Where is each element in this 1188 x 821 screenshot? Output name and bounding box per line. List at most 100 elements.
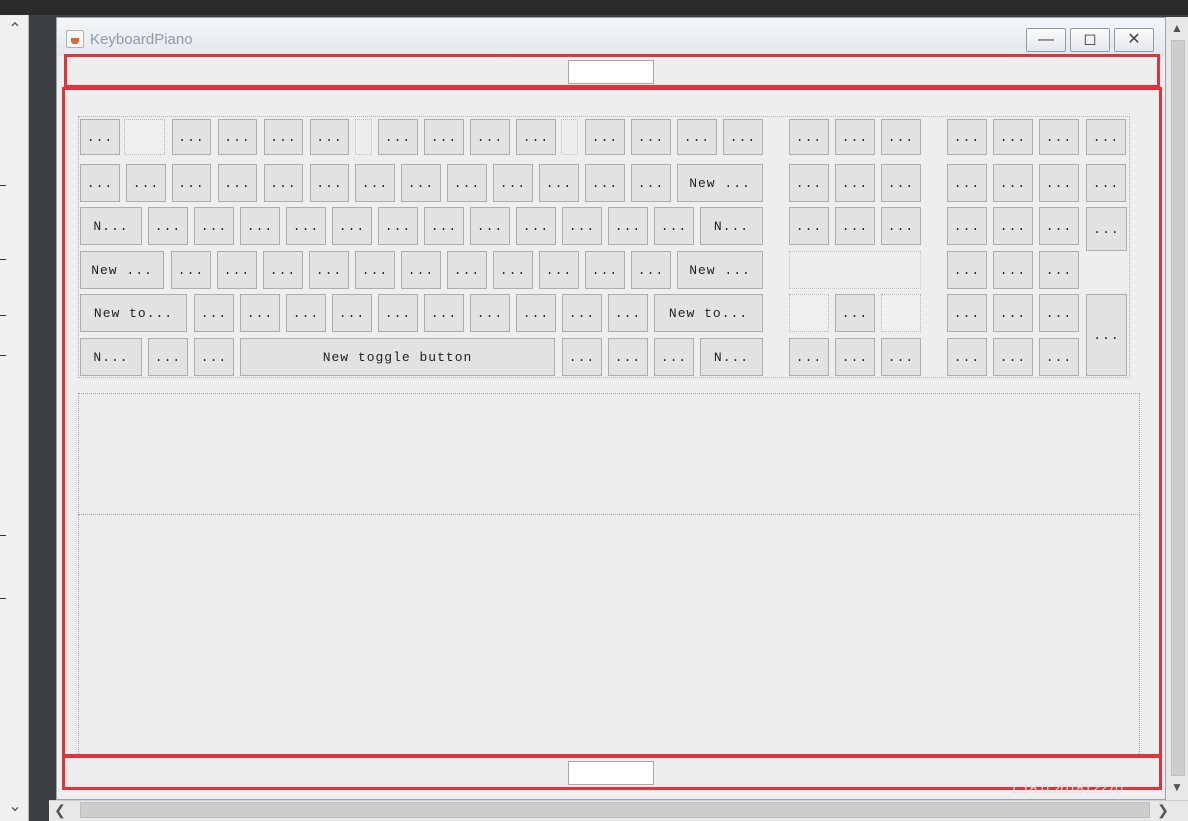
- key-toggle-button[interactable]: ...: [562, 207, 602, 245]
- key-toggle-button[interactable]: ...: [447, 164, 487, 202]
- key-toggle-button[interactable]: ...: [993, 119, 1033, 155]
- key-toggle-button[interactable]: ...: [401, 251, 441, 289]
- key-toggle-button[interactable]: ...: [947, 251, 987, 289]
- window-titlebar[interactable]: [57, 18, 1165, 56]
- key-toggle-button[interactable]: ...: [470, 207, 510, 245]
- bottom-text-field[interactable]: [568, 761, 654, 785]
- key-toggle-button[interactable]: ...: [516, 207, 556, 245]
- key-toggle-button[interactable]: ...: [447, 251, 487, 289]
- key-toggle-button[interactable]: ...: [789, 119, 829, 155]
- key-toggle-button[interactable]: New to...: [80, 294, 187, 332]
- key-toggle-button[interactable]: ...: [424, 294, 464, 332]
- key-toggle-button[interactable]: ...: [355, 164, 395, 202]
- key-toggle-button[interactable]: ...: [654, 338, 694, 376]
- key-toggle-button[interactable]: ...: [993, 251, 1033, 289]
- key-toggle-button[interactable]: ...: [993, 207, 1033, 245]
- key-toggle-button[interactable]: ...: [723, 119, 763, 155]
- chevron-down-icon[interactable]: ⌄: [4, 795, 26, 819]
- key-toggle-button[interactable]: ...: [240, 207, 280, 245]
- key-toggle-button[interactable]: ...: [401, 164, 441, 202]
- scroll-left-icon[interactable]: ❮: [49, 800, 71, 821]
- key-toggle-button[interactable]: ...: [1039, 251, 1079, 289]
- key-toggle-button[interactable]: ...: [424, 207, 464, 245]
- key-toggle-button[interactable]: ...: [80, 119, 120, 155]
- key-toggle-button[interactable]: ...: [218, 119, 257, 155]
- top-text-field[interactable]: [568, 60, 654, 84]
- key-toggle-button[interactable]: ...: [1039, 164, 1079, 202]
- key-toggle-button[interactable]: ...: [993, 338, 1033, 376]
- key-toggle-button[interactable]: ...: [263, 251, 303, 289]
- key-toggle-button[interactable]: ...: [585, 251, 625, 289]
- key-toggle-button[interactable]: ...: [194, 207, 234, 245]
- key-toggle-button[interactable]: ...: [585, 119, 625, 155]
- key-toggle-button[interactable]: ...: [217, 251, 257, 289]
- key-toggle-button[interactable]: ...: [1086, 164, 1126, 202]
- key-toggle-button[interactable]: ...: [947, 338, 987, 376]
- key-toggle-button[interactable]: ...: [126, 164, 166, 202]
- key-toggle-button[interactable]: ...: [608, 294, 648, 332]
- key-toggle-button[interactable]: New toggle button: [240, 338, 555, 376]
- key-toggle-button[interactable]: ...: [470, 119, 510, 155]
- key-toggle-button[interactable]: ...: [947, 294, 987, 332]
- key-toggle-button[interactable]: ...: [789, 164, 829, 202]
- scroll-up-icon[interactable]: ▲: [1166, 17, 1188, 39]
- maximize-button[interactable]: ◻: [1070, 28, 1110, 52]
- vertical-scroll-thumb[interactable]: [1171, 40, 1185, 776]
- key-toggle-button[interactable]: ...: [1039, 294, 1079, 332]
- key-toggle-button[interactable]: ...: [789, 207, 829, 245]
- key-toggle-button[interactable]: ...: [172, 164, 211, 202]
- key-toggle-button[interactable]: ...: [835, 164, 875, 202]
- key-toggle-button[interactable]: ...: [677, 119, 717, 155]
- key-toggle-button[interactable]: ...: [562, 294, 602, 332]
- key-toggle-button[interactable]: ...: [631, 251, 671, 289]
- key-toggle-button[interactable]: New ...: [677, 251, 763, 289]
- key-toggle-button[interactable]: ...: [631, 119, 671, 155]
- key-toggle-button[interactable]: ...: [309, 251, 349, 289]
- key-toggle-button[interactable]: ...: [539, 251, 579, 289]
- key-toggle-button[interactable]: ...: [1039, 338, 1079, 376]
- key-toggle-button[interactable]: New to...: [654, 294, 763, 332]
- key-toggle-button[interactable]: ...: [194, 294, 234, 332]
- key-toggle-button[interactable]: ...: [993, 294, 1033, 332]
- key-toggle-button[interactable]: ...: [1039, 207, 1079, 245]
- key-toggle-button[interactable]: N...: [80, 207, 142, 245]
- key-toggle-button[interactable]: ...: [881, 207, 921, 245]
- key-toggle-button[interactable]: New ...: [80, 251, 164, 289]
- key-toggle-button[interactable]: ...: [608, 207, 648, 245]
- key-toggle-button[interactable]: ...: [171, 251, 211, 289]
- key-toggle-button[interactable]: ...: [493, 164, 533, 202]
- scroll-right-icon[interactable]: ❯: [1152, 800, 1174, 821]
- key-toggle-button[interactable]: ...: [789, 338, 829, 376]
- key-toggle-button[interactable]: ...: [310, 164, 349, 202]
- key-toggle-button[interactable]: ...: [947, 164, 987, 202]
- key-toggle-button[interactable]: N...: [700, 207, 763, 245]
- key-toggle-button[interactable]: ...: [631, 164, 671, 202]
- minimize-button[interactable]: —: [1026, 28, 1066, 52]
- key-toggle-button[interactable]: ...: [332, 207, 372, 245]
- key-toggle-button[interactable]: ...: [881, 119, 921, 155]
- key-toggle-button[interactable]: ...: [993, 164, 1033, 202]
- key-toggle-button[interactable]: N...: [700, 338, 763, 376]
- key-toggle-button[interactable]: ...: [194, 338, 234, 376]
- key-toggle-button[interactable]: ...: [1086, 294, 1127, 376]
- key-toggle-button[interactable]: ...: [240, 294, 280, 332]
- key-toggle-button[interactable]: ...: [332, 294, 372, 332]
- key-toggle-button[interactable]: ...: [172, 119, 211, 155]
- key-toggle-button[interactable]: ...: [835, 294, 875, 332]
- key-toggle-button[interactable]: ...: [835, 338, 875, 376]
- key-toggle-button[interactable]: ...: [378, 119, 418, 155]
- key-toggle-button[interactable]: ...: [378, 294, 418, 332]
- middle-panel[interactable]: [78, 393, 1140, 515]
- key-toggle-button[interactable]: ...: [516, 119, 556, 155]
- key-toggle-button[interactable]: ...: [947, 119, 987, 155]
- key-toggle-button[interactable]: ...: [516, 294, 556, 332]
- key-toggle-button[interactable]: ...: [286, 294, 326, 332]
- lower-panel[interactable]: [78, 514, 1140, 754]
- key-toggle-button[interactable]: ...: [218, 164, 257, 202]
- key-toggle-button[interactable]: New ...: [677, 164, 763, 202]
- key-toggle-button[interactable]: ...: [947, 207, 987, 245]
- key-toggle-button[interactable]: ...: [264, 164, 303, 202]
- key-toggle-button[interactable]: ...: [148, 338, 188, 376]
- key-toggle-button[interactable]: N...: [80, 338, 142, 376]
- key-toggle-button[interactable]: ...: [493, 251, 533, 289]
